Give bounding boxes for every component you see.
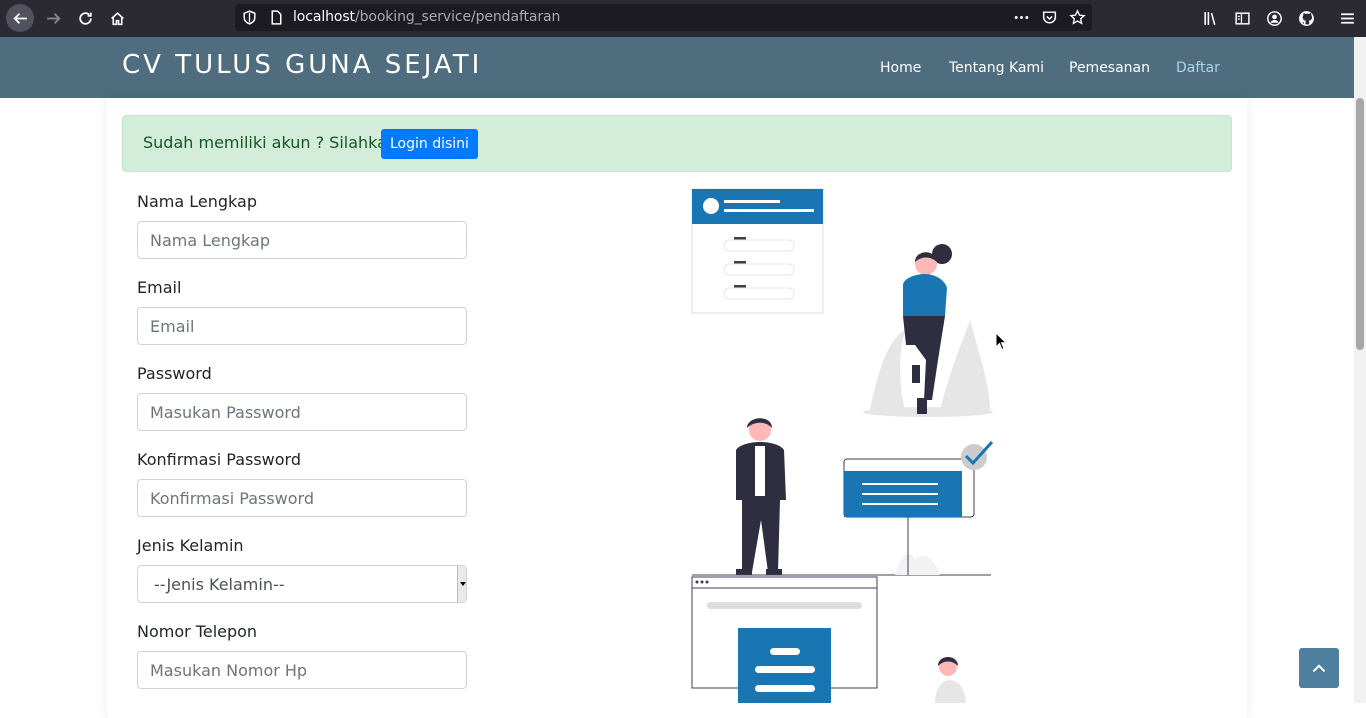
mouse-cursor-icon (995, 332, 1007, 351)
label-email: Email (137, 278, 182, 297)
back-to-top-button[interactable] (1299, 648, 1339, 688)
label-password: Password (137, 364, 212, 383)
dropdown-arrow-icon[interactable] (457, 566, 466, 602)
library-icon[interactable] (1196, 4, 1224, 32)
url-host: localhost (293, 9, 355, 25)
nav-link-pemesanan[interactable]: Pemesanan (1069, 60, 1150, 76)
alert-text: Sudah memiliki akun ? Silahkan (143, 133, 398, 152)
account-icon[interactable] (1260, 4, 1288, 32)
pocket-icon[interactable] (1041, 9, 1058, 26)
site-navbar: CV TULUS GUNA SEJATI Home Tentang Kami P… (0, 37, 1354, 98)
back-arrow-icon[interactable] (6, 4, 34, 32)
confirmation-board-illustration (843, 440, 994, 575)
brand-title[interactable]: CV TULUS GUNA SEJATI (122, 50, 482, 80)
star-icon[interactable] (1069, 9, 1086, 26)
nomor-telepon-input[interactable] (137, 651, 467, 689)
browser-toolbar: localhost/booking_service/pendaftaran (0, 0, 1366, 37)
nav-link-tentang-kami[interactable]: Tentang Kami (949, 60, 1044, 76)
select-value: --Jenis Kelamin-- (154, 575, 285, 594)
menu-icon[interactable] (1333, 4, 1361, 32)
url-path: /booking_service/pendaftaran (354, 9, 561, 25)
login-alert: Sudah memiliki akun ? Silahkan Login dis… (122, 115, 1232, 172)
nav-link-home[interactable]: Home (880, 60, 921, 76)
label-jenis-kelamin: Jenis Kelamin (137, 536, 244, 555)
label-konfirmasi-password: Konfirmasi Password (137, 450, 301, 469)
github-icon[interactable] (1292, 4, 1320, 32)
url-bar[interactable]: localhost/booking_service/pendaftaran (235, 4, 1092, 31)
password-input[interactable] (137, 393, 467, 431)
page-icon[interactable] (268, 9, 285, 26)
forward-arrow-icon[interactable] (39, 4, 67, 32)
jenis-kelamin-select[interactable]: --Jenis Kelamin-- (137, 565, 467, 603)
email-input[interactable] (137, 307, 467, 345)
reload-icon[interactable] (71, 4, 99, 32)
form-card-illustration (691, 188, 824, 314)
signup-illustration (691, 188, 994, 703)
nav-link-daftar[interactable]: Daftar (1176, 60, 1220, 76)
chevron-up-icon (1312, 664, 1326, 673)
shield-icon[interactable] (241, 9, 258, 26)
person-figure-small (935, 657, 966, 703)
sidebar-icon[interactable] (1228, 4, 1256, 32)
label-nomor-telepon: Nomor Telepon (137, 622, 258, 641)
konfirmasi-password-input[interactable] (137, 479, 467, 517)
login-button[interactable]: Login disini (381, 129, 478, 159)
label-nama-lengkap: Nama Lengkap (137, 192, 257, 211)
woman-figure (903, 244, 952, 414)
browser-window-illustration (691, 576, 878, 703)
home-icon[interactable] (103, 4, 131, 32)
scrollbar-thumb[interactable] (1356, 98, 1364, 350)
nama-lengkap-input[interactable] (137, 221, 467, 259)
url-text[interactable]: localhost/booking_service/pendaftaran (293, 4, 560, 31)
more-icon[interactable] (1013, 9, 1030, 26)
man-figure (736, 418, 786, 575)
